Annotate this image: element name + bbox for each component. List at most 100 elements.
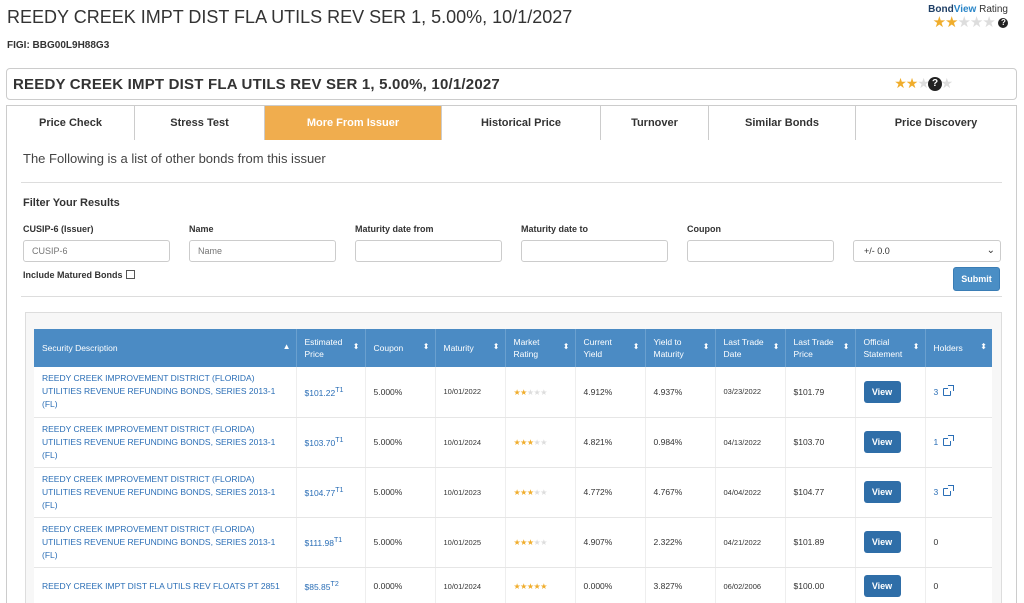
coupon-input[interactable] <box>687 240 834 262</box>
holders-count[interactable]: 3 <box>934 387 939 397</box>
chevron-down-icon: ⌄ <box>986 245 995 256</box>
maturity-from-label: Maturity date from <box>355 224 434 234</box>
estimated-price: $101.22T1 <box>296 367 366 418</box>
security-description[interactable]: REEDY CREEK IMPROVEMENT DISTRICT (FLORID… <box>34 417 297 468</box>
current-yield: 4.821% <box>575 417 646 468</box>
column-header[interactable]: Estimated Price ⬍ <box>296 329 366 367</box>
tab-similar-bonds[interactable]: Similar Bonds <box>709 106 856 140</box>
holders: 1 <box>925 417 992 468</box>
security-description[interactable]: REEDY CREEK IMPROVEMENT DISTRICT (FLORID… <box>34 517 297 568</box>
yield-to-maturity: 4.937% <box>645 367 716 418</box>
last-trade-date: 04/21/2022 <box>715 517 786 568</box>
holders: 0 <box>925 567 992 603</box>
market-rating: ★★★★★ <box>505 417 576 468</box>
sort-icon[interactable]: ⬍ <box>353 341 360 353</box>
security-description[interactable]: REEDY CREEK IMPT DIST FLA UTILS REV FLOA… <box>34 567 297 603</box>
holders-count[interactable]: 3 <box>934 487 939 497</box>
name-input[interactable] <box>189 240 336 262</box>
last-trade-price: $103.70 <box>785 417 856 468</box>
column-header[interactable]: Last Trade Date ⬍ <box>715 329 786 367</box>
maturity-from-input[interactable] <box>355 240 502 262</box>
sort-icon[interactable]: ⬍ <box>980 341 987 353</box>
last-trade-price: $101.89 <box>785 517 856 568</box>
official-statement: View <box>855 517 926 568</box>
sort-icon[interactable]: ▲ <box>283 341 291 353</box>
current-yield: 4.907% <box>575 517 646 568</box>
view-button[interactable]: View <box>863 531 901 553</box>
holders: 0 <box>925 517 992 568</box>
market-rating: ★★★★★ <box>505 567 576 603</box>
column-header[interactable]: Current Yield ⬍ <box>575 329 646 367</box>
column-header[interactable]: Maturity ⬍ <box>435 329 506 367</box>
coupon: 5.000% <box>365 517 436 568</box>
column-header[interactable]: Coupon ⬍ <box>365 329 436 367</box>
cusip-input[interactable] <box>23 240 170 262</box>
current-yield: 4.912% <box>575 367 646 418</box>
coupon-range-select[interactable]: +/- 0.0 ⌄ <box>853 240 1001 262</box>
view-button[interactable]: View <box>863 380 901 403</box>
table-row: REEDY CREEK IMPROVEMENT DISTRICT (FLORID… <box>34 367 992 418</box>
official-statement: View <box>855 567 926 603</box>
security-description[interactable]: REEDY CREEK IMPROVEMENT DISTRICT (FLORID… <box>34 367 297 418</box>
holders: 3 <box>925 367 992 418</box>
external-link-icon[interactable] <box>943 485 955 496</box>
external-link-icon[interactable] <box>943 384 955 396</box>
holders-count[interactable]: 1 <box>934 437 939 447</box>
table-row: REEDY CREEK IMPROVEMENT DISTRICT (FLORID… <box>34 417 992 468</box>
coupon: 5.000% <box>365 367 436 418</box>
maturity-to-label: Maturity date to <box>521 224 589 234</box>
tab-more-from-issuer[interactable]: More From Issuer <box>265 106 442 140</box>
last-trade-price: $101.79 <box>785 367 856 418</box>
bondview-rating: BondView Rating ★★★★★ ? <box>928 4 1008 31</box>
column-header[interactable]: Holders ⬍ <box>925 329 992 367</box>
yield-to-maturity: 4.767% <box>645 467 716 518</box>
holders: 3 <box>925 467 992 518</box>
sort-icon[interactable]: ⬍ <box>423 341 430 353</box>
tab-historical-price[interactable]: Historical Price <box>442 106 601 140</box>
tab-stress-test[interactable]: Stress Test <box>135 106 265 140</box>
column-header[interactable]: Market Rating ⬍ <box>505 329 576 367</box>
yield-to-maturity: 2.322% <box>645 517 716 568</box>
include-matured-checkbox[interactable] <box>125 270 135 279</box>
coupon: 0.000% <box>365 567 436 603</box>
sort-icon[interactable]: ⬍ <box>843 341 850 353</box>
sort-icon[interactable]: ⬍ <box>913 341 920 353</box>
name-label: Name <box>189 224 214 234</box>
column-header[interactable]: Last Trade Price ⬍ <box>785 329 856 367</box>
tab-turnover[interactable]: Turnover <box>601 106 709 140</box>
tab-price-discovery[interactable]: Price Discovery <box>856 106 1016 140</box>
market-rating: ★★★★★ <box>505 367 576 418</box>
sort-icon[interactable]: ⬍ <box>633 341 640 353</box>
column-header[interactable]: Security Description ▲ <box>34 329 297 367</box>
column-header[interactable]: Yield to Maturity ⬍ <box>645 329 716 367</box>
maturity-to-input[interactable] <box>521 240 668 262</box>
maturity: 10/01/2025 <box>435 517 506 568</box>
view-button[interactable]: View <box>863 431 901 453</box>
table-row: REEDY CREEK IMPT DIST FLA UTILS REV FLOA… <box>34 567 992 603</box>
yield-to-maturity: 0.984% <box>645 417 716 468</box>
column-header[interactable]: Official Statement ⬍ <box>855 329 926 367</box>
coupon-label: Coupon <box>687 224 721 234</box>
bonds-table-container: Security Description ▲ Estimated Price ⬍ Coup… <box>25 312 1002 603</box>
security-description[interactable]: REEDY CREEK IMPROVEMENT DISTRICT (FLORID… <box>34 467 297 518</box>
submit-button[interactable]: Submit <box>953 267 1000 291</box>
view-button[interactable]: View <box>863 575 901 597</box>
divider <box>21 182 1002 183</box>
external-link-icon[interactable] <box>943 435 955 446</box>
sort-icon[interactable]: ⬍ <box>703 341 710 353</box>
table-row: REEDY CREEK IMPROVEMENT DISTRICT (FLORID… <box>34 517 992 568</box>
current-yield: 4.772% <box>575 467 646 518</box>
tab-price-check[interactable]: Price Check <box>7 106 135 140</box>
filter-title: Filter Your Results <box>23 197 120 209</box>
sort-icon[interactable]: ⬍ <box>563 341 570 353</box>
help-icon[interactable]: ? <box>928 77 942 91</box>
view-button[interactable]: View <box>863 481 901 503</box>
issuer-bonds-panel: The Following is a list of other bonds f… <box>6 140 1017 603</box>
sort-icon[interactable]: ⬍ <box>773 341 780 353</box>
maturity: 10/01/2023 <box>435 467 506 518</box>
last-trade-price: $100.00 <box>785 567 856 603</box>
help-icon[interactable]: ? <box>998 18 1008 29</box>
current-yield: 0.000% <box>575 567 646 603</box>
sort-icon[interactable]: ⬍ <box>493 341 500 353</box>
tab-bar: Price Check Stress Test More From Issuer… <box>6 105 1017 141</box>
